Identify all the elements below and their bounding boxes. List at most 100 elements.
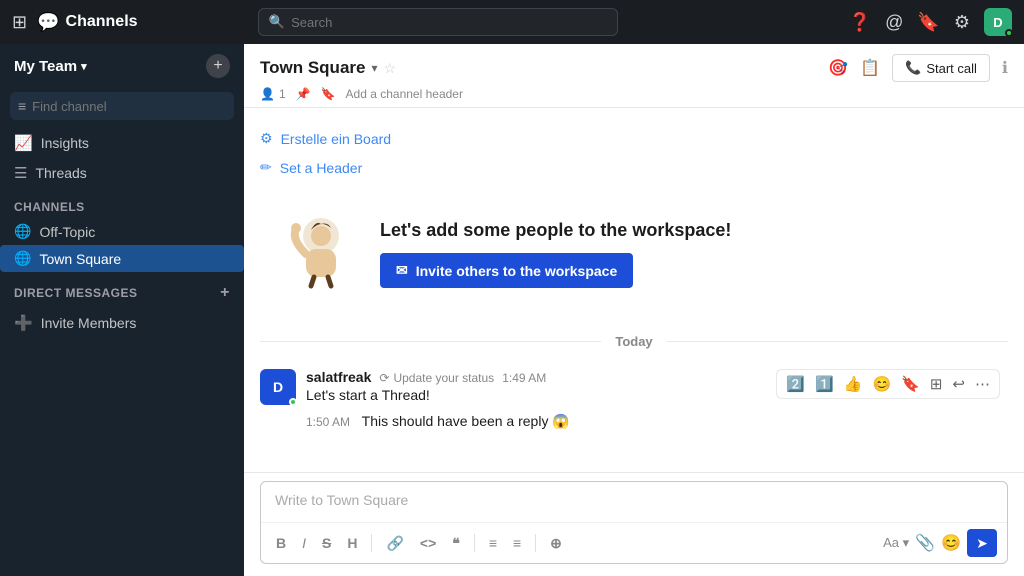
pin-icon[interactable]: 📌: [296, 87, 311, 101]
sidebar-item-label: Insights: [41, 135, 89, 151]
message-reply-row: 1:50 AM This should have been a reply 😱: [260, 409, 1008, 434]
add-header-label[interactable]: Add a channel header: [346, 87, 463, 101]
notes-icon[interactable]: 📋: [860, 58, 880, 78]
add-button[interactable]: +: [206, 54, 230, 78]
add-dm-icon[interactable]: +: [220, 284, 230, 302]
numbered-list-button[interactable]: ≡: [508, 532, 526, 554]
emoji-picker-button[interactable]: 😊: [941, 533, 961, 553]
emoji-button[interactable]: 😊: [869, 373, 894, 395]
channel-name: Town Square: [39, 251, 121, 267]
invite-members-button[interactable]: ➕ Invite Members: [0, 306, 244, 340]
member-number: 1: [279, 87, 286, 101]
filter-icon[interactable]: ≡: [18, 98, 26, 114]
reaction-1-button[interactable]: 1️⃣: [812, 373, 837, 395]
avatar[interactable]: D: [984, 8, 1012, 36]
code-button[interactable]: <>: [415, 532, 441, 554]
grid-msg-button[interactable]: ⊞: [927, 373, 946, 395]
invite-btn-label: Invite others to the workspace: [416, 263, 618, 279]
text-size-button[interactable]: Aa ▾: [883, 535, 909, 551]
invite-workspace-button[interactable]: ✉ Invite others to the workspace: [380, 253, 633, 288]
channel-name: Off-Topic: [39, 224, 95, 240]
sidebar-item-insights[interactable]: 📈 Insights: [0, 128, 244, 158]
board-icon: ⚙: [260, 130, 273, 147]
message-author: salatfreak: [306, 369, 371, 385]
search-bar[interactable]: 🔍: [258, 8, 618, 36]
link-button[interactable]: 🔗: [381, 532, 408, 555]
italic-button[interactable]: I: [297, 532, 311, 554]
bookmark-icon[interactable]: 🔖: [917, 12, 939, 33]
divider-line: [260, 341, 601, 342]
sidebar-item-threads[interactable]: ☰ Threads: [0, 158, 244, 188]
channels-section-header[interactable]: CHANNELS: [0, 188, 244, 218]
star-icon[interactable]: ☆: [384, 60, 397, 77]
chevron-down-icon[interactable]: ▾: [371, 61, 377, 75]
illustration: [276, 214, 356, 294]
bullet-list-button[interactable]: ≡: [484, 532, 502, 554]
reply-button[interactable]: ↩: [949, 373, 968, 395]
topbar-right: ❓ @ 🔖 ⚙ D: [849, 8, 1012, 36]
dm-section-header: DIRECT MESSAGES +: [0, 272, 244, 306]
message-row: D salatfreak ⟳ Update your status 1:49 A…: [260, 365, 1008, 409]
quote-button[interactable]: ❝: [447, 532, 465, 555]
team-selector[interactable]: My Team ▾ +: [0, 44, 244, 88]
strikethrough-button[interactable]: S: [317, 532, 336, 554]
reply-time: 1:50 AM: [306, 415, 350, 429]
more-formatting-button[interactable]: ⊕: [545, 532, 567, 555]
today-label: Today: [611, 334, 656, 349]
sidebar-item-label: Threads: [35, 165, 86, 181]
grid-icon[interactable]: ⊞: [12, 12, 27, 33]
info-icon[interactable]: ℹ: [1002, 58, 1008, 78]
create-board-action[interactable]: ⚙ Erstelle ein Board: [260, 124, 1008, 153]
dm-header-label: DIRECT MESSAGES: [14, 286, 138, 300]
start-call-button[interactable]: 📞 Start call: [892, 54, 990, 82]
compose-box: Write to Town Square B I S H 🔗 <> ❝ ≡ ≡ …: [260, 481, 1008, 564]
mention-icon[interactable]: @: [885, 12, 903, 33]
find-channel-input[interactable]: [32, 99, 226, 114]
bold-button[interactable]: B: [271, 532, 291, 554]
divider-line: [667, 341, 1008, 342]
reaction-2-button[interactable]: 2️⃣: [783, 373, 808, 395]
main-layout: My Team ▾ + ≡ 📈 Insights ☰ Threads CHANN…: [0, 44, 1024, 576]
thumbsup-button[interactable]: 👍: [841, 373, 866, 395]
target-icon[interactable]: 🎯: [828, 58, 848, 78]
channels-header-label: CHANNELS: [14, 200, 85, 214]
message-status[interactable]: ⟳ Update your status: [379, 371, 494, 385]
attach-button[interactable]: 📎: [915, 533, 935, 553]
chat-icon: 💬: [37, 12, 59, 33]
promo-heading: Let's add some people to the workspace!: [380, 220, 731, 241]
sidebar-channel-town-square[interactable]: 🌐 Town Square: [0, 245, 244, 272]
send-button[interactable]: ➤: [967, 529, 997, 557]
channel-area: Town Square ▾ ☆ 🎯 📋 📞 Start call ℹ 👤: [244, 44, 1024, 576]
heading-button[interactable]: H: [342, 532, 362, 554]
sidebar: My Team ▾ + ≡ 📈 Insights ☰ Threads CHANN…: [0, 44, 244, 576]
status-label: Update your status: [393, 371, 494, 385]
today-divider: Today: [260, 334, 1008, 349]
more-msg-button[interactable]: ⋯: [972, 373, 993, 395]
member-count[interactable]: 👤 1: [260, 87, 286, 101]
workspace-text: Let's add some people to the workspace! …: [380, 220, 731, 288]
team-name: My Team ▾: [14, 58, 87, 75]
app-name: Channels: [66, 13, 138, 31]
channel-title: Town Square: [260, 58, 365, 78]
sync-icon: ⟳: [379, 371, 389, 385]
online-dot: [289, 398, 297, 406]
compose-toolbar: B I S H 🔗 <> ❝ ≡ ≡ ⊕ Aa ▾ 📎 😊: [261, 522, 1007, 563]
toolbar-divider: [535, 534, 536, 552]
settings-icon[interactable]: ⚙: [954, 12, 970, 33]
create-board-label: Erstelle ein Board: [281, 131, 392, 147]
globe-icon: 🌐: [14, 250, 31, 267]
compose-input[interactable]: Write to Town Square: [261, 482, 1007, 522]
bookmark-msg-button[interactable]: 🔖: [898, 373, 923, 395]
sidebar-channel-off-topic[interactable]: 🌐 Off-Topic: [0, 218, 244, 245]
search-input[interactable]: [291, 15, 607, 30]
help-icon[interactable]: ❓: [849, 12, 871, 33]
avatar-initials: D: [993, 15, 1002, 30]
threads-icon: ☰: [14, 164, 27, 182]
bookmark-sub-icon[interactable]: 🔖: [321, 87, 336, 101]
chevron-down-icon: ▾: [81, 60, 87, 73]
set-header-action[interactable]: ✏ Set a Header: [260, 153, 1008, 182]
toolbar-divider: [474, 534, 475, 552]
find-channel-bar[interactable]: ≡: [10, 92, 234, 120]
person-icon: 👤: [260, 87, 275, 101]
envelope-icon: ✉: [396, 262, 408, 279]
